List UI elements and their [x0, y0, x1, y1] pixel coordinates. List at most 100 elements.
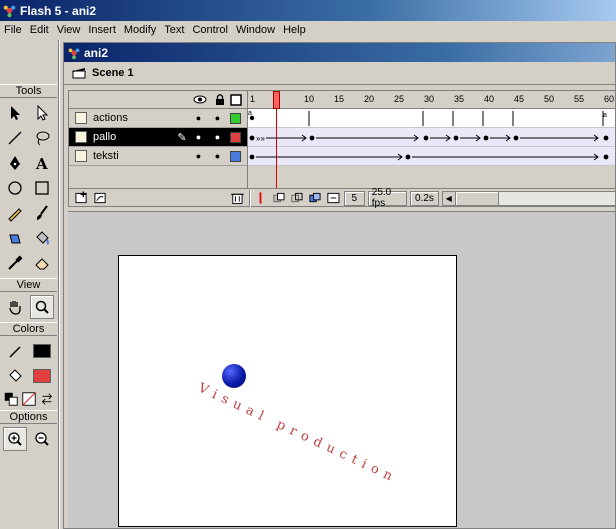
center-frame-icon[interactable] — [254, 191, 267, 205]
line-tool[interactable] — [3, 126, 27, 150]
lasso-tool[interactable] — [30, 126, 54, 150]
document-icon — [68, 47, 80, 59]
outline-color-swatch[interactable] — [230, 150, 241, 162]
stroke-color-swatch[interactable] — [30, 339, 54, 363]
text-a-icon: A — [35, 155, 48, 172]
app-titlebar: Flash 5 - ani2 — [0, 0, 616, 21]
add-layer-icon[interactable] — [75, 191, 90, 205]
svg-text:a: a — [248, 110, 252, 117]
frame-grid[interactable]: 151015202530354045505560 a a »» — [247, 91, 615, 188]
menu-modify[interactable]: Modify — [122, 24, 162, 36]
outline-color-swatch[interactable] — [230, 131, 241, 143]
scene-name[interactable]: Scene 1 — [92, 67, 134, 79]
menu-help[interactable]: Help — [281, 24, 312, 36]
layer-row[interactable]: teksti ● ● — [69, 147, 247, 166]
options-header: Options — [0, 410, 57, 424]
playhead[interactable] — [273, 91, 280, 109]
zoom-tool[interactable] — [30, 295, 54, 319]
timeline-status-bar: 5 25.0 fps 0.2s ◀ — [69, 187, 615, 209]
onion-skin-outlines-icon[interactable] — [290, 191, 305, 205]
layer-name[interactable]: pallo — [93, 131, 175, 143]
oval-tool[interactable] — [3, 176, 27, 200]
zoom-out-button[interactable] — [30, 427, 54, 451]
ball-symbol[interactable] — [222, 364, 246, 388]
text-tool[interactable]: A — [30, 151, 54, 175]
playhead-line — [276, 109, 277, 188]
lasso-icon — [36, 131, 50, 146]
brush-tool[interactable] — [30, 201, 54, 225]
zoom-in-icon — [8, 432, 22, 446]
onion-skin-icon[interactable] — [272, 191, 287, 205]
swap-colors-button[interactable] — [39, 391, 55, 407]
dropper-tool[interactable] — [3, 251, 27, 275]
fill-color-swatch[interactable] — [30, 364, 54, 388]
document-titlebar: ani2 — [64, 43, 615, 62]
layer-name[interactable]: teksti — [93, 150, 189, 162]
outline-icon[interactable] — [230, 94, 242, 106]
zoom-in-button[interactable] — [3, 427, 27, 451]
menubar: File Edit View Insert Modify Text Contro… — [0, 21, 616, 39]
ink-bottle-tool[interactable] — [3, 226, 27, 250]
frame-number-label: 40 — [484, 94, 495, 104]
visibility-dot[interactable]: ● — [189, 113, 208, 123]
arrow-tool[interactable] — [3, 101, 27, 125]
no-color-button[interactable] — [21, 391, 37, 407]
visibility-dot[interactable]: ● — [189, 151, 208, 161]
rectangle-tool[interactable] — [30, 176, 54, 200]
layer-row[interactable]: actions ● ● — [69, 109, 247, 128]
menu-view[interactable]: View — [55, 24, 87, 36]
subselect-icon — [37, 104, 49, 121]
layer-name[interactable]: actions — [93, 112, 189, 124]
edit-multiple-frames-icon[interactable] — [308, 191, 323, 205]
paint-bucket-icon — [36, 231, 49, 245]
visual-production-text[interactable]: Visual production — [196, 381, 402, 488]
stroke-color-label — [3, 339, 27, 363]
actions-frames: a a — [248, 110, 607, 126]
eraser-tool[interactable] — [30, 251, 54, 275]
stroke-pencil-icon — [9, 346, 21, 358]
lock-dot[interactable]: ● — [208, 132, 227, 142]
frame-ruler[interactable]: 151015202530354045505560 — [248, 91, 615, 109]
modify-onion-markers-icon[interactable] — [326, 191, 341, 205]
hand-tool[interactable] — [3, 295, 27, 319]
scroll-left-arrow[interactable]: ◀ — [442, 191, 456, 205]
pen-icon — [10, 156, 20, 170]
timeline-hscrollbar[interactable]: ◀ — [441, 190, 615, 206]
frame-row-teksti[interactable] — [248, 147, 615, 166]
scroll-thumb[interactable] — [455, 191, 499, 205]
flash-app-icon — [3, 5, 16, 18]
pen-tool[interactable] — [3, 151, 27, 175]
layer-row[interactable]: pallo ✎ ● ● — [69, 128, 247, 147]
menu-control[interactable]: Control — [190, 24, 233, 36]
stage[interactable]: Visual production — [118, 255, 457, 527]
scene-clapper-icon — [72, 68, 86, 79]
frame-number-label: 55 — [574, 94, 585, 104]
frame-rate-field[interactable]: 25.0 fps — [367, 187, 408, 209]
brush-icon — [36, 205, 48, 220]
svg-text:a: a — [603, 112, 607, 119]
paint-bucket-tool[interactable] — [30, 226, 54, 250]
frame-row-pallo[interactable]: »» — [248, 128, 615, 147]
colors-header: Colors — [0, 322, 57, 336]
pencil-tool[interactable] — [3, 201, 27, 225]
default-colors-button[interactable] — [3, 391, 19, 407]
eye-icon[interactable] — [193, 94, 207, 105]
lock-icon[interactable] — [214, 93, 226, 106]
no-color-icon — [22, 392, 36, 406]
menu-text[interactable]: Text — [162, 24, 190, 36]
outline-color-swatch[interactable] — [230, 112, 241, 124]
lock-dot[interactable]: ● — [208, 151, 227, 161]
visibility-dot[interactable]: ● — [189, 132, 208, 142]
add-guide-layer-icon[interactable] — [94, 191, 109, 205]
default-colors-icon — [4, 392, 18, 406]
frame-row-actions[interactable]: a a — [248, 109, 615, 128]
menu-insert[interactable]: Insert — [86, 24, 122, 36]
magnifier-icon — [35, 300, 49, 314]
menu-file[interactable]: File — [2, 24, 28, 36]
trash-icon[interactable] — [230, 191, 245, 205]
subselect-tool[interactable] — [30, 101, 54, 125]
app-title-text: Flash 5 - ani2 — [20, 3, 97, 18]
menu-edit[interactable]: Edit — [28, 24, 55, 36]
menu-window[interactable]: Window — [234, 24, 281, 36]
lock-dot[interactable]: ● — [208, 113, 227, 123]
